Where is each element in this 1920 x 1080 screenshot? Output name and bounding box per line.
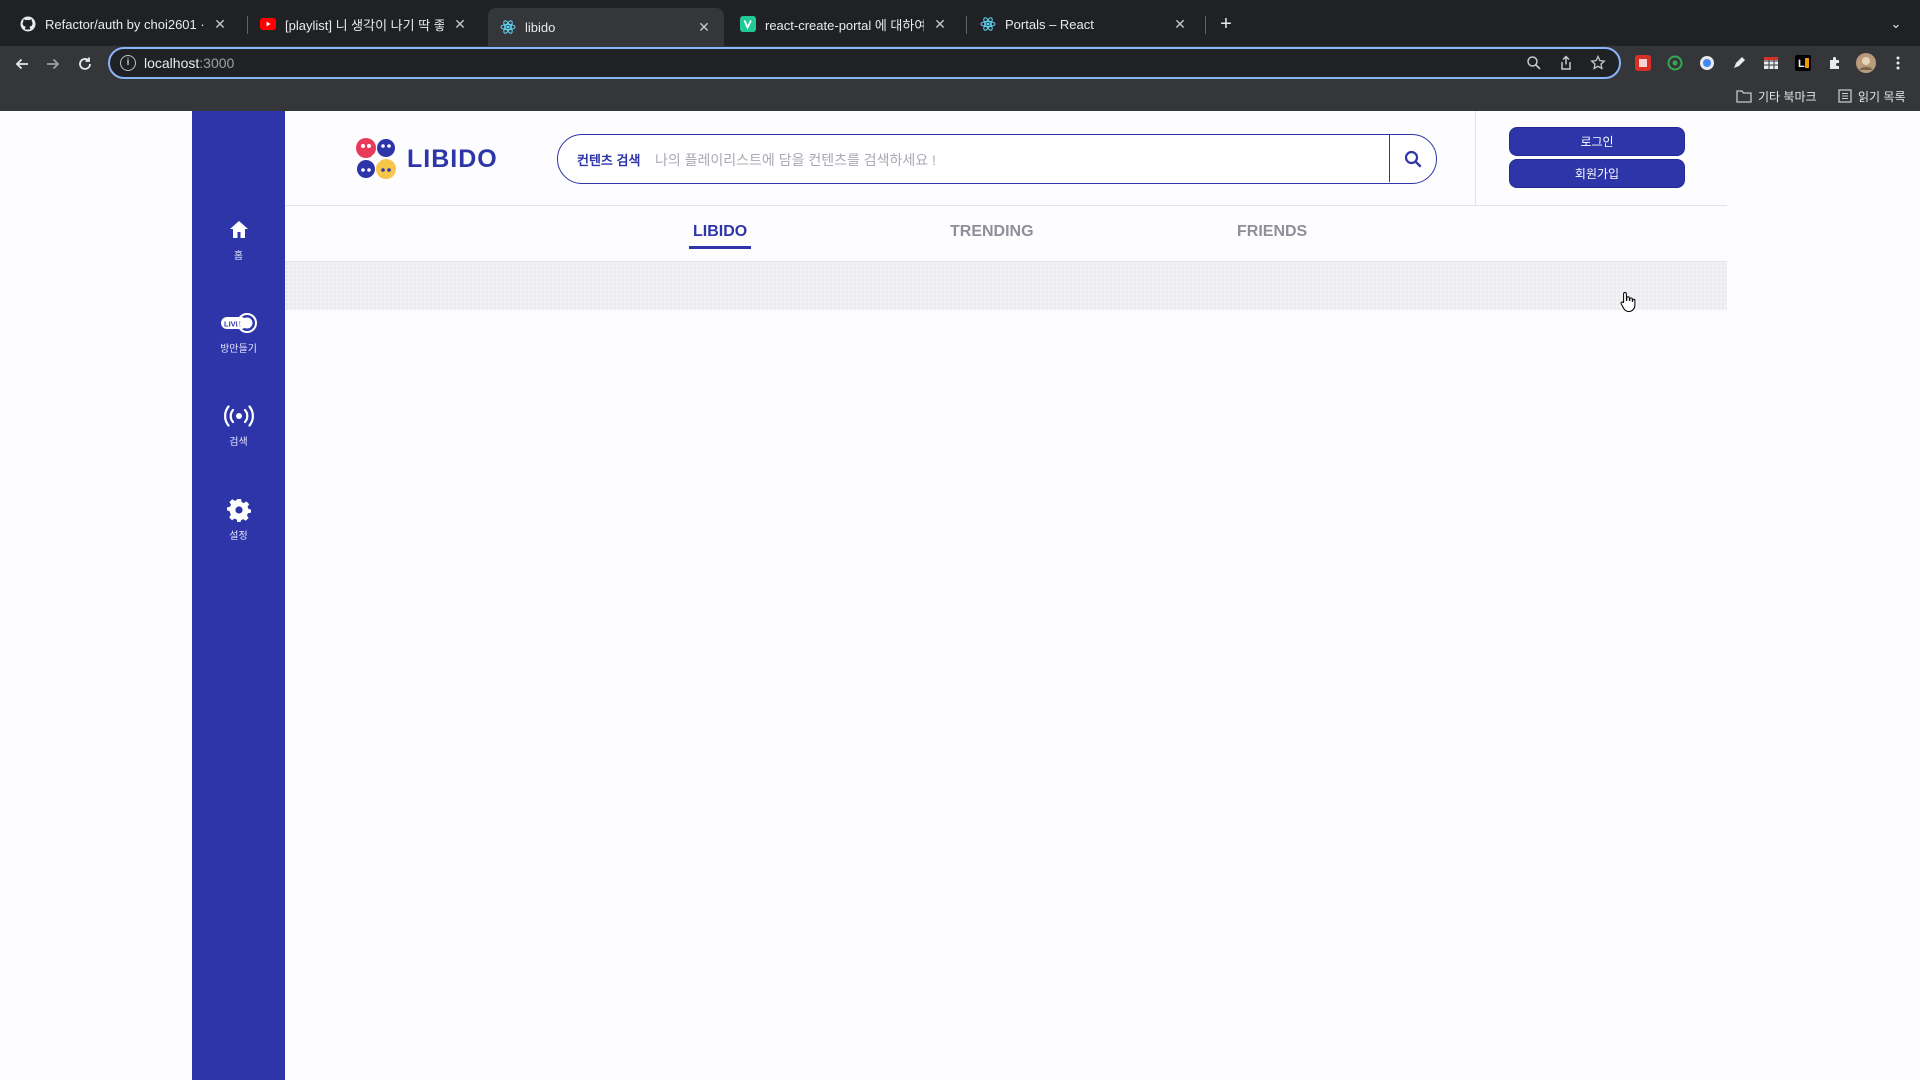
puzzle-icon[interactable] — [1824, 52, 1846, 74]
tab-title: Refactor/auth by choi2601 · Pu — [45, 16, 204, 32]
menu-kebab-icon[interactable] — [1887, 52, 1909, 74]
forward-button[interactable] — [41, 52, 65, 76]
url-text: localhost:3000 — [144, 55, 235, 71]
browser-tab-libido[interactable]: libido ✕ — [488, 8, 724, 46]
tab-libido[interactable]: LIBIDO — [688, 223, 752, 249]
youtube-icon — [260, 16, 276, 32]
close-icon[interactable]: ✕ — [212, 16, 228, 32]
extension-red-icon[interactable] — [1632, 52, 1654, 74]
velog-icon — [740, 16, 756, 32]
logo-mark-icon — [356, 138, 396, 179]
close-icon[interactable]: ✕ — [932, 16, 948, 32]
close-icon[interactable]: ✕ — [1172, 16, 1188, 32]
extension-grid-icon[interactable] — [1760, 52, 1782, 74]
share-icon[interactable] — [1557, 54, 1575, 72]
sidebar: 홈 LIVE 방만들기 검색 설정 — [192, 111, 285, 1080]
arrow-left-icon — [15, 58, 28, 70]
sidebar-item-label: 설정 — [229, 531, 248, 542]
search-icon — [1404, 150, 1422, 167]
header-divider — [1475, 111, 1476, 206]
react-icon — [980, 16, 996, 32]
bookmarks-bar: 기타 북마크 읽기 목록 — [0, 82, 1920, 111]
extension-blue-circle-icon[interactable] — [1696, 52, 1718, 74]
tab-search-button[interactable]: ⌄ — [1886, 14, 1906, 34]
reload-button[interactable] — [73, 52, 97, 76]
zoom-icon[interactable] — [1525, 54, 1543, 72]
star-icon[interactable] — [1589, 54, 1607, 72]
extension-l-icon[interactable]: L — [1792, 52, 1814, 74]
address-bar[interactable]: i localhost:3000 — [108, 47, 1621, 79]
app-header: LIBIDO 컨텐츠 검색 나의 플레이리스트에 담을 컨텐츠를 검색하세요 !… — [285, 111, 1727, 206]
back-button[interactable] — [10, 52, 34, 76]
extension-pen-icon[interactable] — [1728, 52, 1750, 74]
tab-title: react-create-portal 에 대하여... — [765, 17, 924, 33]
tab-separator — [1205, 16, 1206, 34]
hand-cursor-icon — [1620, 291, 1636, 313]
sidebar-item-label: 검색 — [229, 437, 248, 448]
sidebar-item-label: 방만들기 — [220, 344, 257, 355]
sidebar-item-search[interactable]: 검색 — [192, 401, 285, 448]
arrow-right-icon — [47, 58, 60, 70]
tab-trending[interactable]: TRENDING — [950, 223, 1034, 241]
home-icon — [192, 215, 285, 245]
tab-title: libido — [525, 19, 556, 35]
search-button[interactable] — [1390, 135, 1436, 182]
broadcast-icon — [192, 401, 285, 431]
close-icon[interactable]: ✕ — [452, 16, 468, 32]
search-category-label[interactable]: 컨텐츠 검색 — [577, 150, 640, 169]
reload-icon — [79, 57, 91, 70]
search-input[interactable]: 나의 플레이리스트에 담을 컨텐츠를 검색하세요 ! — [655, 150, 936, 170]
profile-avatar-icon[interactable] — [1855, 52, 1877, 74]
folder-icon — [1736, 90, 1752, 103]
reading-list[interactable]: 읽기 목록 — [1838, 87, 1906, 105]
browser-toolbar: i localhost:3000 L — [0, 46, 1920, 82]
tab-title: [playlist] 니 생각이 나기 딱 좋은 사 — [285, 17, 444, 33]
other-bookmarks[interactable]: 기타 북마크 — [1736, 87, 1817, 105]
tab-separator — [966, 16, 967, 34]
logo[interactable]: LIBIDO — [355, 137, 498, 181]
reading-list-icon — [1838, 89, 1852, 103]
browser-tab-github[interactable]: Refactor/auth by choi2601 · Pu ✕ — [8, 8, 240, 40]
browser-tab-portals[interactable]: Portals – React ✕ — [968, 8, 1200, 40]
sidebar-item-create-room[interactable]: LIVE 방만들기 — [192, 308, 285, 355]
github-icon — [20, 16, 36, 32]
extension-green-circle-icon[interactable] — [1664, 52, 1686, 74]
content-banner-placeholder — [285, 262, 1727, 310]
search-bar: 컨텐츠 검색 나의 플레이리스트에 담을 컨텐츠를 검색하세요 ! — [557, 134, 1437, 184]
login-button[interactable]: 로그인 — [1509, 127, 1685, 156]
sidebar-item-label: 홈 — [233, 251, 244, 262]
page-content: 홈 LIVE 방만들기 검색 설정 LIBIDO 컨텐츠 검색 나의 플레이리스… — [0, 111, 1920, 1080]
sidebar-item-settings[interactable]: 설정 — [192, 495, 285, 542]
close-icon[interactable]: ✕ — [696, 19, 712, 35]
live-icon: LIVE — [192, 308, 285, 338]
main-nav-tabs: LIBIDO TRENDING FRIENDS — [285, 206, 1727, 262]
sidebar-item-home[interactable]: 홈 — [192, 215, 285, 262]
tab-strip: Refactor/auth by choi2601 · Pu ✕ [playli… — [0, 0, 1920, 46]
logo-text: LIBIDO — [407, 144, 498, 173]
info-icon[interactable]: i — [120, 55, 136, 71]
svg-text:L: L — [1798, 58, 1805, 70]
browser-tab-velog[interactable]: react-create-portal 에 대하여... ✕ — [728, 8, 960, 40]
gear-icon — [192, 495, 285, 525]
browser-chrome: Refactor/auth by choi2601 · Pu ✕ [playli… — [0, 0, 1920, 111]
new-tab-button[interactable]: + — [1215, 13, 1237, 35]
tab-friends[interactable]: FRIENDS — [1237, 223, 1307, 241]
signup-button[interactable]: 회원가입 — [1509, 159, 1685, 188]
react-icon — [500, 19, 516, 35]
browser-tab-youtube[interactable]: [playlist] 니 생각이 나기 딱 좋은 사 ✕ — [248, 8, 480, 40]
tab-title: Portals – React — [1005, 16, 1094, 32]
